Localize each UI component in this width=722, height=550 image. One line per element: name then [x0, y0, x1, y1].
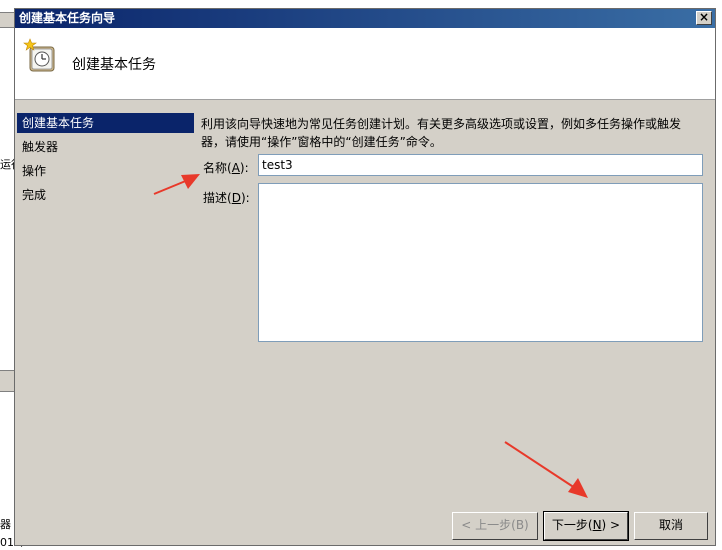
- annotation-arrows: [153, 174, 588, 498]
- arrow-to-next-button: [504, 441, 588, 498]
- arrow-to-name-field: [153, 174, 200, 195]
